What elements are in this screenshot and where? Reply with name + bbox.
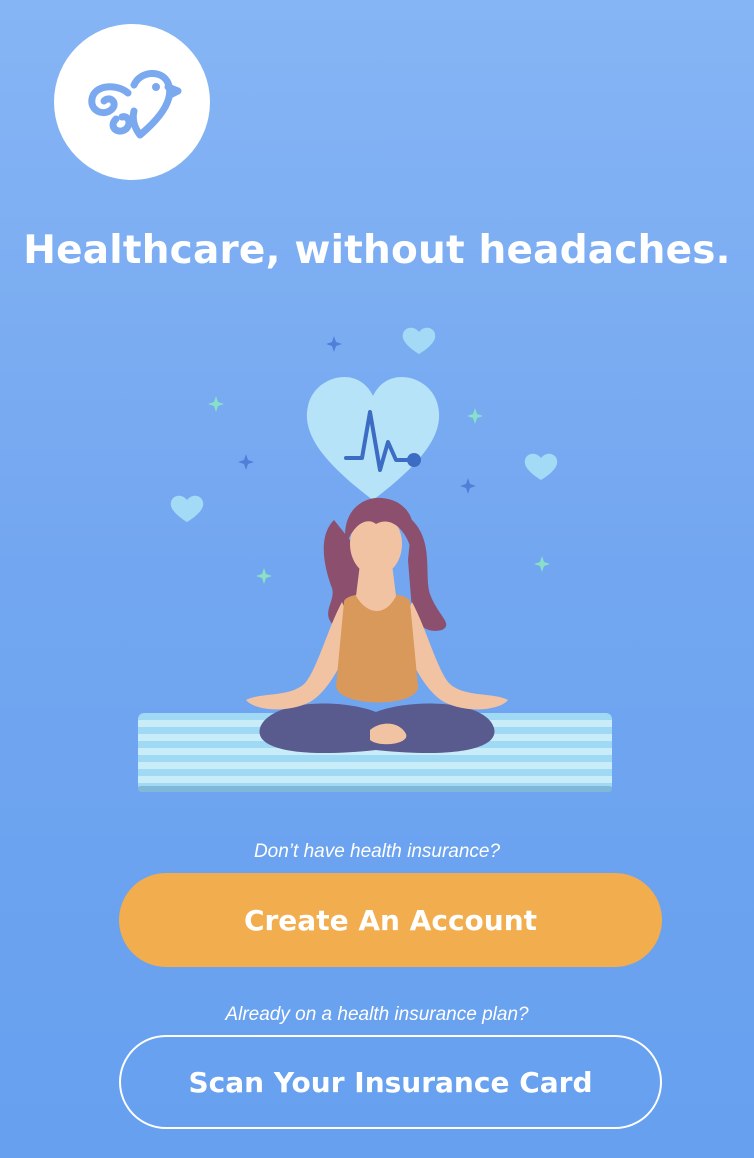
hero-illustration xyxy=(120,310,634,814)
bird-eye xyxy=(152,83,160,91)
heart-icon xyxy=(402,327,436,354)
heart-icon xyxy=(170,495,204,522)
heart-icon xyxy=(524,453,558,480)
page-headline: Healthcare, without headaches. xyxy=(23,228,731,273)
app-logo xyxy=(54,24,210,180)
bird-heart-logo-icon xyxy=(88,70,182,139)
scan-insurance-card-button[interactable]: Scan Your Insurance Card xyxy=(119,1035,662,1129)
woman-meditating-illustration xyxy=(246,497,508,754)
signup-prompt: Don’t have health insurance? xyxy=(253,841,501,862)
heart-monitor-icon xyxy=(306,377,440,500)
scan-prompt: Already on a health insurance plan? xyxy=(225,1004,529,1025)
create-account-button[interactable]: Create An Account xyxy=(119,873,662,967)
